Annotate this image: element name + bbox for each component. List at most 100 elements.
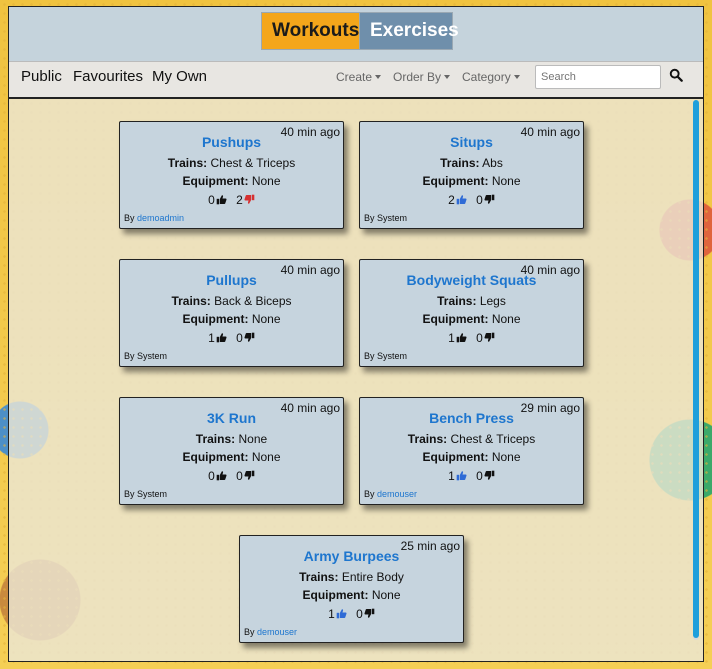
trains-label: Trains:	[437, 294, 477, 308]
dislike-count: 0	[476, 331, 483, 345]
like-count: 0	[208, 469, 215, 483]
like-count: 1	[208, 331, 215, 345]
order-by-dropdown-label: Order By	[393, 70, 442, 84]
trains-value: Back & Biceps	[214, 294, 292, 308]
like-button[interactable]: 2	[448, 193, 467, 207]
thumbs-down-icon	[483, 331, 495, 345]
card-title[interactable]: 3K Run	[120, 410, 343, 426]
nav-public[interactable]: Public	[21, 68, 62, 85]
equipment-value: None	[371, 588, 401, 602]
equipment-label: Equipment:	[422, 312, 489, 326]
dislike-button[interactable]: 0	[236, 469, 255, 483]
card-trains: Trains: Legs	[360, 294, 583, 308]
scrollbar-thumb[interactable]	[693, 100, 699, 638]
by-label: By	[124, 489, 135, 499]
trains-label: Trains:	[167, 156, 208, 170]
mode-tabs: Workouts Exercises	[9, 7, 703, 61]
exercise-card[interactable]: 40 min ago Situps Trains: Abs Equipment:…	[359, 121, 584, 229]
category-dropdown[interactable]: Category	[462, 70, 520, 84]
card-title[interactable]: Situps	[360, 134, 583, 150]
equipment-value: None	[251, 312, 281, 326]
card-title[interactable]: Pullups	[120, 272, 343, 288]
card-equipment: Equipment: None	[120, 450, 343, 464]
card-equipment: Equipment: None	[240, 588, 463, 602]
author-link[interactable]: demoadmin	[137, 213, 184, 223]
by-label: By	[124, 213, 135, 223]
card-title[interactable]: Bench Press	[360, 410, 583, 426]
thumbs-down-icon	[483, 193, 495, 207]
dislike-button[interactable]: 0	[476, 193, 495, 207]
card-author: By System	[364, 351, 407, 361]
card-title[interactable]: Army Burpees	[240, 548, 463, 564]
thumbs-down-icon	[243, 193, 255, 207]
card-title[interactable]: Bodyweight Squats	[360, 272, 583, 288]
author-name: System	[137, 489, 168, 499]
exercise-card[interactable]: 40 min ago Bodyweight Squats Trains: Leg…	[359, 259, 584, 367]
trains-label: Trains:	[407, 432, 448, 446]
dislike-button[interactable]: 0	[476, 331, 495, 345]
card-author: By System	[124, 351, 167, 361]
dislike-count: 0	[236, 331, 243, 345]
create-dropdown[interactable]: Create	[336, 70, 382, 84]
thumbs-up-icon	[335, 607, 347, 621]
card-votes: 1 0	[360, 469, 583, 483]
exercise-card[interactable]: 25 min ago Army Burpees Trains: Entire B…	[239, 535, 464, 643]
dislike-button[interactable]: 0	[236, 331, 255, 345]
exercise-card[interactable]: 40 min ago 3K Run Trains: None Equipment…	[119, 397, 344, 505]
like-button[interactable]: 1	[328, 607, 347, 621]
equipment-value: None	[491, 174, 521, 188]
like-button[interactable]: 1	[448, 331, 467, 345]
author-name: System	[377, 213, 408, 223]
card-author: By demoadmin	[124, 213, 184, 223]
exercise-list: 40 min ago Pushups Trains: Chest & Trice…	[9, 98, 703, 661]
tab-workouts[interactable]: Workouts	[261, 12, 361, 50]
order-by-dropdown[interactable]: Order By	[393, 70, 451, 84]
card-trains: Trains: Entire Body	[240, 570, 463, 584]
like-count: 1	[328, 607, 335, 621]
exercise-card[interactable]: 40 min ago Pullups Trains: Back & Biceps…	[119, 259, 344, 367]
card-equipment: Equipment: None	[360, 312, 583, 326]
tab-exercises[interactable]: Exercises	[359, 12, 459, 50]
trains-value: Abs	[482, 156, 503, 170]
search-icon[interactable]	[669, 68, 683, 82]
like-button[interactable]: 0	[208, 469, 227, 483]
thumbs-down-icon	[243, 331, 255, 345]
trains-label: Trains:	[195, 432, 236, 446]
card-votes: 2 0	[360, 193, 583, 207]
trains-value: Legs	[479, 294, 506, 308]
card-trains: Trains: Chest & Triceps	[120, 156, 343, 170]
card-author: By System	[124, 489, 167, 499]
chevron-down-icon	[375, 75, 382, 79]
author-link[interactable]: demouser	[377, 489, 417, 499]
card-title[interactable]: Pushups	[120, 134, 343, 150]
equipment-value: None	[251, 174, 281, 188]
dislike-count: 0	[356, 607, 363, 621]
thumbs-up-icon	[455, 331, 467, 345]
like-count: 1	[448, 331, 455, 345]
chevron-down-icon	[444, 75, 451, 79]
dislike-button[interactable]: 0	[356, 607, 375, 621]
card-trains: Trains: Chest & Triceps	[360, 432, 583, 446]
search-input[interactable]	[535, 65, 661, 89]
nav-favourites[interactable]: Favourites	[73, 68, 143, 85]
exercise-card[interactable]: 40 min ago Pushups Trains: Chest & Trice…	[119, 121, 344, 229]
like-button[interactable]: 1	[448, 469, 467, 483]
like-button[interactable]: 0	[208, 193, 227, 207]
equipment-label: Equipment:	[182, 174, 249, 188]
card-votes: 1 0	[240, 607, 463, 621]
dislike-button[interactable]: 0	[476, 469, 495, 483]
card-equipment: Equipment: None	[360, 450, 583, 464]
thumbs-down-icon	[243, 469, 255, 483]
card-votes: 0 2	[120, 193, 343, 207]
dislike-count: 2	[236, 193, 243, 207]
dislike-button[interactable]: 2	[236, 193, 255, 207]
nav-my-own[interactable]: My Own	[152, 68, 207, 85]
card-trains: Trains: Back & Biceps	[120, 294, 343, 308]
author-link[interactable]: demouser	[257, 627, 297, 637]
like-button[interactable]: 1	[208, 331, 227, 345]
thumbs-up-icon	[455, 469, 467, 483]
trains-label: Trains:	[299, 570, 339, 584]
card-votes: 1 0	[360, 331, 583, 345]
exercise-card[interactable]: 29 min ago Bench Press Trains: Chest & T…	[359, 397, 584, 505]
author-name: System	[377, 351, 408, 361]
